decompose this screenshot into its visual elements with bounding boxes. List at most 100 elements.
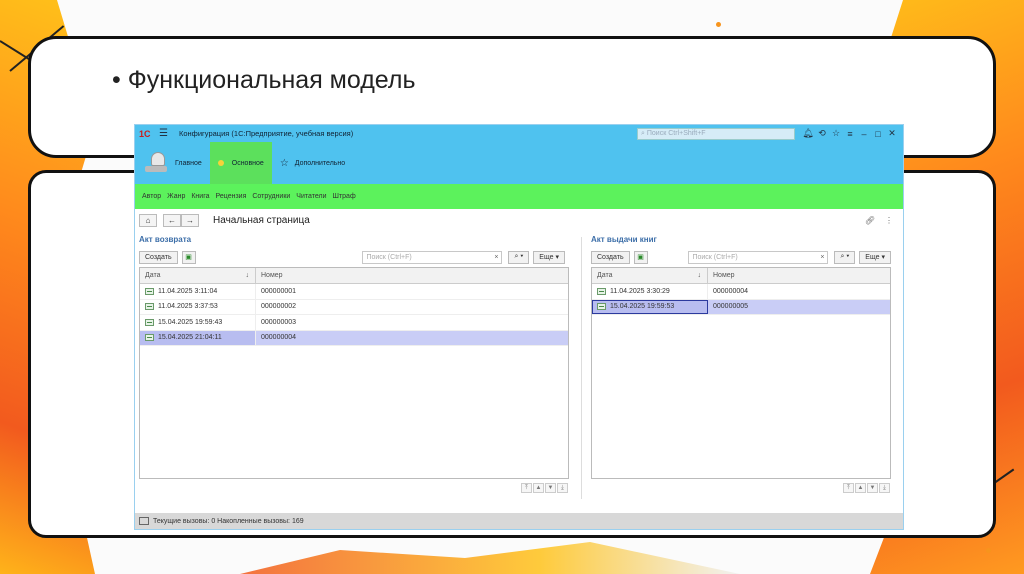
link-icon[interactable]: 🔗︎ <box>865 216 875 225</box>
settings-icon[interactable]: ≡ <box>843 129 857 139</box>
document-icon <box>597 287 606 295</box>
global-search-input[interactable]: ⌕ Поиск Ctrl+Shift+F <box>637 127 795 140</box>
scroll-top-icon[interactable]: ⤒ <box>843 483 854 493</box>
subnav: Автор Жанр Книга Рецензия Сотрудники Чит… <box>135 184 903 209</box>
column-label: Дата <box>597 272 613 279</box>
search-icon: ⌕ ▾ <box>514 253 524 260</box>
decor-dot <box>716 22 721 27</box>
more-button[interactable]: Еще ▾ <box>859 250 891 264</box>
section-panel: Главное Основное ☆ Дополнительно <box>135 142 903 184</box>
home-icon: ⌂ <box>145 215 151 225</box>
issue-act-panel: Акт выдачи книг Создать ▣ Поиск (Ctrl+F)… <box>591 231 891 499</box>
more-button[interactable]: Еще ▾ <box>533 250 565 264</box>
arrow-right-icon: → <box>186 215 194 225</box>
document-icon <box>145 318 154 326</box>
subnav-book[interactable]: Книга <box>191 193 209 200</box>
column-label: Дата <box>145 272 161 279</box>
search-button[interactable]: ⌕ ▾ <box>834 250 856 264</box>
scroll-buttons: ⤒ ▲ ▼ ⤓ <box>842 483 890 493</box>
return-act-table: Дата ↓ Номер 11.04.2025 3:11:04 00000000… <box>139 267 569 493</box>
maximize-icon[interactable]: □ <box>871 129 885 139</box>
panel-divider <box>581 237 582 499</box>
sort-desc-icon: ↓ <box>245 272 250 279</box>
section-basic[interactable]: Основное <box>209 142 272 184</box>
section-additional[interactable]: ☆ Дополнительно <box>272 142 353 184</box>
more-label: Еще <box>865 253 880 261</box>
panel-toolbar: Создать ▣ Поиск (Ctrl+F) × ⌕ ▾ Еще ▾ <box>591 247 891 267</box>
subnav-fine[interactable]: Штраф <box>333 193 356 200</box>
create-button[interactable]: Создать <box>591 250 630 264</box>
app-window: 1С ☰ Конфигурация (1С:Предприятие, учебн… <box>134 124 904 530</box>
more-label: Еще <box>539 253 554 261</box>
create-button[interactable]: Создать <box>139 250 178 264</box>
return-act-panel: Акт возврата Создать ▣ Поиск (Ctrl+F) × … <box>139 231 569 499</box>
star-icon[interactable]: ☆ <box>829 128 843 139</box>
decor-bottom-shape <box>240 542 740 574</box>
history-icon[interactable]: ⟲ <box>815 128 829 139</box>
column-date[interactable]: Дата ↓ <box>592 268 708 283</box>
clear-icon[interactable]: × <box>820 254 827 261</box>
slide-title: • Функциональная модель <box>112 66 416 95</box>
scroll-up-icon[interactable]: ▲ <box>533 483 544 493</box>
subnav-author[interactable]: Автор <box>142 193 161 200</box>
search-input[interactable]: Поиск (Ctrl+F) × <box>362 250 503 264</box>
table-row[interactable]: 15.04.2025 19:59:43 000000003 <box>140 315 568 331</box>
subnav-genre[interactable]: Жанр <box>167 193 185 200</box>
cell-number: 000000005 <box>713 303 749 311</box>
back-button[interactable]: ← <box>163 213 181 227</box>
subnav-employees[interactable]: Сотрудники <box>252 193 290 200</box>
dot-icon <box>217 160 224 166</box>
scroll-bottom-icon[interactable]: ⤓ <box>879 483 890 493</box>
table-row[interactable]: 11.04.2025 3:37:53 000000002 <box>140 299 568 315</box>
table-row[interactable]: 11.04.2025 3:11:04 000000001 <box>140 284 568 300</box>
cell-number: 000000004 <box>713 287 749 295</box>
cell-number: 000000003 <box>261 318 297 326</box>
title-bar: 1С ☰ Конфигурация (1С:Предприятие, учебн… <box>135 125 903 142</box>
search-input[interactable]: Поиск (Ctrl+F) × <box>688 250 829 264</box>
home-button[interactable]: ⌂ <box>139 213 157 227</box>
cell-date: 15.04.2025 21:04:11 <box>158 334 222 342</box>
column-date[interactable]: Дата ↓ <box>140 268 256 283</box>
decor-dot <box>986 548 991 553</box>
subnav-review[interactable]: Рецензия <box>216 193 247 200</box>
table-row-selected[interactable]: 15.04.2025 21:04:11 000000004 <box>140 330 568 346</box>
status-bar: Текущие вызовы: 0 Накопленные вызовы: 16… <box>135 513 903 529</box>
table-row[interactable]: 11.04.2025 3:30:29 000000004 <box>592 284 890 300</box>
table-row-selected[interactable]: 15.04.2025 19:59:53 000000005 <box>592 299 890 315</box>
column-number[interactable]: Номер <box>256 268 568 283</box>
table-header: Дата ↓ Номер <box>140 268 568 284</box>
excel-icon[interactable]: ▣ <box>633 250 648 264</box>
subnav-readers[interactable]: Читатели <box>296 193 326 200</box>
panel-toolbar: Создать ▣ Поиск (Ctrl+F) × ⌕ ▾ Еще ▾ <box>139 247 569 267</box>
section-label: Основное <box>231 159 264 167</box>
document-icon <box>145 303 154 311</box>
search-button[interactable]: ⌕ ▾ <box>508 250 530 264</box>
cell-date: 15.04.2025 19:59:43 <box>158 318 223 326</box>
search-icon: ⌕ ▾ <box>840 253 850 260</box>
more-vertical-icon[interactable]: ⋮ <box>885 216 893 225</box>
minimize-icon[interactable]: – <box>857 129 871 139</box>
table-header: Дата ↓ Номер <box>592 268 890 284</box>
section-main[interactable]: Главное <box>135 142 210 184</box>
clear-icon[interactable]: × <box>494 254 501 261</box>
sort-desc-icon: ↓ <box>697 272 702 279</box>
search-placeholder: Поиск (Ctrl+F) <box>692 253 738 261</box>
menu-icon[interactable]: ☰ <box>159 128 173 139</box>
scroll-up-icon[interactable]: ▲ <box>855 483 866 493</box>
scroll-down-icon[interactable]: ▼ <box>545 483 556 493</box>
scroll-down-icon[interactable]: ▼ <box>867 483 878 493</box>
cell-date: 11.04.2025 3:30:29 <box>610 287 670 295</box>
scroll-bottom-icon[interactable]: ⤓ <box>557 483 568 493</box>
home-icon <box>143 152 169 174</box>
scroll-top-icon[interactable]: ⤒ <box>521 483 532 493</box>
scroll-buttons: ⤒ ▲ ▼ ⤓ <box>520 483 568 493</box>
window-icon[interactable] <box>139 517 149 525</box>
excel-icon[interactable]: ▣ <box>181 250 196 264</box>
bell-icon[interactable]: 🔔︎ <box>801 128 815 139</box>
title-text: Функциональная модель <box>127 66 416 94</box>
cell-number: 000000004 <box>261 334 297 342</box>
section-label: Дополнительно <box>294 159 346 167</box>
close-icon[interactable]: ✕ <box>885 128 899 139</box>
forward-button[interactable]: → <box>181 213 199 227</box>
column-number[interactable]: Номер <box>708 268 890 283</box>
